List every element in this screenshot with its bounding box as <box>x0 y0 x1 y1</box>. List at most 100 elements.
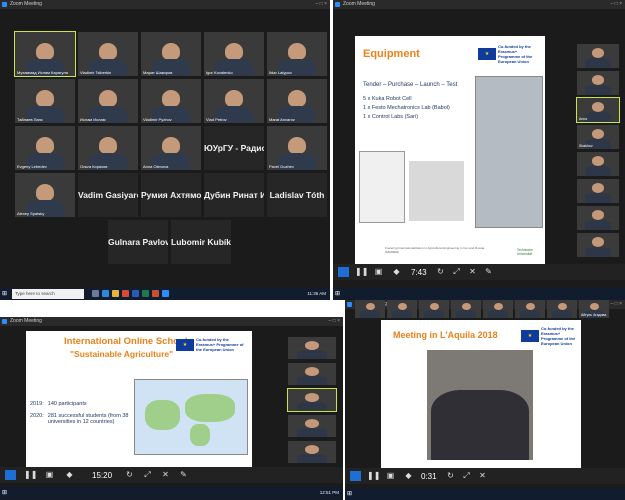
participant-tile[interactable] <box>515 300 545 318</box>
participant-tile <box>288 415 336 437</box>
participant-tile[interactable]: Marat Anvarov <box>267 79 327 123</box>
window-controls[interactable]: – □ × <box>611 300 623 309</box>
participant-video <box>162 137 180 154</box>
volume-icon[interactable]: ◆ <box>64 470 75 480</box>
window-controls[interactable]: – □ × <box>316 0 328 9</box>
window-controls[interactable]: – □ × <box>611 0 623 9</box>
participant-tile[interactable]: Vlad Petrov <box>204 79 264 123</box>
screen-icon[interactable]: ▣ <box>373 267 384 277</box>
volume-icon[interactable]: ◆ <box>391 267 402 277</box>
participant-tile[interactable]: Марат Шакиров <box>141 32 201 76</box>
participant-tile[interactable]: Shakhov <box>577 125 619 149</box>
participant-tile[interactable] <box>451 300 481 318</box>
world-map <box>134 379 248 455</box>
zoom-taskbar-icon[interactable] <box>162 290 169 297</box>
participant-tile[interactable]: Айгуль Агадова <box>579 300 609 318</box>
participant-video-body <box>584 219 612 230</box>
participant-tile[interactable]: Тайлаев Ланс <box>15 79 75 123</box>
start-icon[interactable]: ⊞ <box>2 290 10 298</box>
participant-video <box>36 90 54 107</box>
participant-tile[interactable] <box>577 71 619 95</box>
screen-icon[interactable]: ▣ <box>44 470 55 480</box>
participant-tile[interactable] <box>577 44 619 68</box>
participant-tile[interactable] <box>387 300 417 318</box>
participant-tile[interactable]: Vladimir Tsiberkin <box>78 32 138 76</box>
refresh-icon[interactable]: ↻ <box>124 470 135 480</box>
taskbar-clock: 11:36 AM <box>307 291 326 296</box>
stop-share-icon[interactable] <box>338 267 349 277</box>
explorer-icon[interactable] <box>112 290 119 297</box>
participant-tile[interactable] <box>547 300 577 318</box>
participant-tile[interactable]: Румия Ахтямов... <box>141 173 201 217</box>
participant-tile[interactable] <box>577 152 619 176</box>
stop-share-icon[interactable] <box>350 471 361 481</box>
participant-name: Vladimir Tsiberkin <box>80 70 112 75</box>
pause-icon[interactable]: ❚❚ <box>355 267 368 277</box>
participant-video <box>591 102 605 112</box>
start-icon[interactable]: ⊞ <box>347 490 355 498</box>
window-controls[interactable]: – □ × <box>329 317 341 326</box>
participant-name: ЮУрГУ - Радио... <box>204 143 264 153</box>
powerpoint-icon[interactable] <box>152 290 159 297</box>
volume-icon[interactable]: ◆ <box>403 471 414 481</box>
participant-video <box>591 48 605 58</box>
participant-tile[interactable] <box>577 206 619 230</box>
excel-icon[interactable] <box>142 290 149 297</box>
zoom-icon <box>2 2 7 7</box>
participant-video <box>557 303 567 311</box>
word-icon[interactable] <box>132 290 139 297</box>
edge-icon[interactable] <box>102 290 109 297</box>
participant-tile[interactable]: Alexey Spatsky <box>15 173 75 217</box>
taskbar-search[interactable]: Type here to search <box>12 289 84 299</box>
participant-video-body <box>584 84 612 95</box>
participant-tile[interactable] <box>577 233 619 257</box>
close-icon[interactable]: ✕ <box>467 267 478 277</box>
close-icon[interactable]: ✕ <box>160 470 171 480</box>
stop-share-icon[interactable] <box>5 470 16 480</box>
participant-tile[interactable] <box>483 300 513 318</box>
participant-tile[interactable]: Ildar Latypov <box>267 32 327 76</box>
participant-tile[interactable]: ЮУрГУ - Радио... <box>204 126 264 170</box>
slide-online-school: International Online School "Sustainable… <box>26 331 252 471</box>
close-icon[interactable]: ✕ <box>477 471 488 481</box>
participant-tile[interactable]: Мухаммад Ислам Карагуля <box>14 31 76 77</box>
eu-text: Co-funded by the Erasmus+ Programme of t… <box>541 326 576 346</box>
refresh-icon[interactable]: ↻ <box>445 471 456 481</box>
participant-tile[interactable]: Дубин Ринат Ис... <box>204 173 264 217</box>
fullscreen-icon[interactable]: ⤢ <box>451 267 462 277</box>
pause-icon[interactable]: ❚❚ <box>24 470 37 480</box>
photo-people <box>431 390 529 460</box>
participant-tile[interactable]: Pavel Guzhev <box>267 126 327 170</box>
start-icon[interactable]: ⊞ <box>335 290 343 298</box>
participant-video <box>591 210 605 220</box>
refresh-icon[interactable]: ↻ <box>435 267 446 277</box>
participant-tile[interactable]: Anna Olenova <box>141 126 201 170</box>
participant-tile[interactable]: Gulnara Pavlova <box>108 220 168 264</box>
participant-tile[interactable] <box>419 300 449 318</box>
participant-tile[interactable]: Evgeny Lebedev <box>15 126 75 170</box>
participant-tile[interactable] <box>355 300 385 318</box>
fullscreen-icon[interactable]: ⤢ <box>461 471 472 481</box>
participant-tile[interactable]: Ислам Ислам <box>78 79 138 123</box>
taskview-icon[interactable] <box>92 290 99 297</box>
participant-tile[interactable]: Vladimir Pyzhov <box>141 79 201 123</box>
windows-taskbar: ⊞ <box>345 488 625 500</box>
participant-tile[interactable]: Ольга Кориков <box>78 126 138 170</box>
equipment-photos <box>409 161 464 221</box>
participant-tile[interactable]: Lubomir Kubík <box>171 220 231 264</box>
chrome-icon[interactable] <box>122 290 129 297</box>
participant-tile[interactable]: Anna <box>576 97 620 123</box>
participant-tile[interactable] <box>577 179 619 203</box>
stat-row: 2020: 281 successful students (from 38 un… <box>30 413 140 425</box>
participant-video <box>225 43 243 60</box>
fullscreen-icon[interactable]: ⤢ <box>142 470 153 480</box>
start-icon[interactable]: ⊞ <box>2 489 10 497</box>
annotate-icon[interactable]: ✎ <box>483 267 494 277</box>
participant-tile[interactable]: Vadim Gasiyarov <box>78 173 138 217</box>
participant-tile[interactable]: Ladislav Tóth <box>267 173 327 217</box>
pause-icon[interactable]: ❚❚ <box>367 471 380 481</box>
screen-icon[interactable]: ▣ <box>385 471 396 481</box>
participant-tile[interactable]: Igor Kovalenko <box>204 32 264 76</box>
annotate-icon[interactable]: ✎ <box>178 470 189 480</box>
eu-text: Co-funded by the Erasmus+ Programme of t… <box>498 44 533 64</box>
